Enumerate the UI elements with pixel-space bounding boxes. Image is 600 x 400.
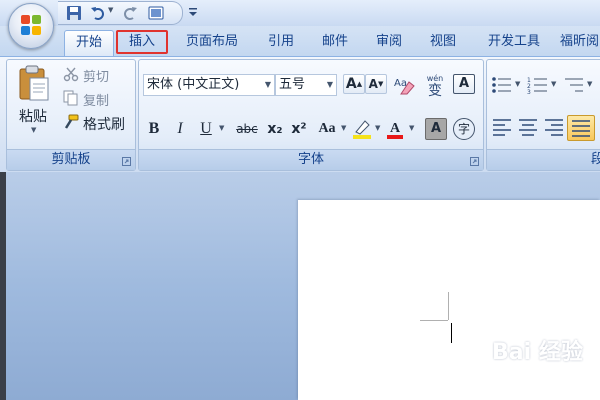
text-highlight-icon[interactable] [351, 118, 373, 140]
customize-qat-icon[interactable] [187, 4, 199, 20]
font-name-combo[interactable]: 宋体 (中文正文) ▼ [143, 74, 275, 96]
ribbon-tab-bar: 开始 插入 页面布局 引用 邮件 审阅 视图 开发工具 福昕阅 [0, 26, 600, 57]
title-bar: ▼ [0, 0, 600, 26]
underline-dropdown-icon[interactable]: ▼ [219, 124, 224, 132]
change-case-button[interactable]: Aa [315, 118, 339, 140]
change-case-dropdown-icon[interactable]: ▼ [341, 124, 346, 132]
subscript-button[interactable]: x₂ [265, 118, 285, 140]
underline-button[interactable]: U [197, 118, 215, 140]
office-logo-icon [21, 15, 41, 35]
multilevel-list-icon[interactable] [563, 76, 585, 94]
font-color-dropdown-icon[interactable]: ▼ [409, 124, 414, 132]
copy-icon[interactable] [63, 90, 79, 106]
office-button[interactable] [8, 3, 54, 49]
text-cursor [451, 323, 452, 343]
align-center-icon[interactable] [517, 118, 539, 136]
align-right-icon[interactable] [543, 118, 565, 136]
clear-formatting-icon[interactable]: Aa [393, 74, 417, 96]
grow-font-icon: ▲ [356, 80, 363, 88]
shrink-font-icon: ▼ [377, 80, 384, 88]
tab-page-layout[interactable]: 页面布局 [176, 30, 248, 54]
superscript-button[interactable]: x² [289, 118, 309, 140]
paste-dropdown-icon[interactable]: ▼ [31, 126, 36, 134]
bullets-icon[interactable] [491, 76, 513, 94]
bold-button[interactable]: B [145, 118, 163, 140]
font-size-dropdown-icon[interactable]: ▼ [327, 75, 333, 95]
font-color-letter: A [389, 121, 401, 136]
shrink-font-button[interactable]: A▼ [365, 74, 387, 94]
italic-button[interactable]: I [171, 118, 189, 140]
quick-access-toolbar: ▼ [58, 1, 183, 25]
font-name-value: 宋体 (中文正文) [147, 77, 240, 92]
text-highlight-dropdown-icon[interactable]: ▼ [375, 124, 380, 132]
baidu-watermark: Bai 经验 jingyan.baidu.com [462, 330, 592, 390]
svg-text:3: 3 [527, 89, 531, 94]
tab-references[interactable]: 引用 [258, 30, 304, 54]
watermark-text: Bai 经验 [492, 340, 583, 365]
paragraph-group: ▼ 1 2 3 ▼ ▼ 段 [486, 59, 600, 171]
font-color-swatch [387, 135, 403, 139]
format-painter-icon[interactable] [63, 114, 79, 130]
format-painter-button[interactable]: 格式刷 [83, 114, 125, 134]
left-edge-strip [0, 172, 6, 400]
font-group: 宋体 (中文正文) ▼ 五号 ▼ A▲ A▼ Aa wén 变 A B I U … [138, 59, 484, 171]
font-color-button[interactable]: A [385, 118, 405, 140]
character-shading-button[interactable]: A [425, 118, 447, 140]
copy-button[interactable]: 复制 [83, 90, 109, 109]
paragraph-group-label: 段 [487, 149, 600, 170]
margin-corner-mark-horizontal [420, 320, 448, 321]
ribbon: 粘贴 ▼ 剪切 复制 格式刷 剪贴板 宋体 (中文正文) ▼ 五号 ▼ A▲ A… [0, 56, 600, 173]
paste-button[interactable]: 粘贴 [19, 106, 47, 126]
clipboard-group: 粘贴 ▼ 剪切 复制 格式刷 剪贴板 [6, 59, 136, 171]
multilevel-list-dropdown-icon[interactable]: ▼ [587, 80, 592, 88]
font-size-combo[interactable]: 五号 ▼ [275, 74, 337, 96]
justify-icon [572, 120, 590, 137]
tab-view[interactable]: 视图 [420, 30, 466, 54]
justify-button[interactable] [567, 115, 595, 141]
cut-icon[interactable] [63, 66, 79, 82]
font-group-label: 字体 [139, 149, 483, 170]
undo-icon[interactable] [90, 5, 106, 21]
numbering-dropdown-icon[interactable]: ▼ [551, 80, 556, 88]
paste-icon[interactable] [17, 64, 51, 102]
font-launcher-icon[interactable] [470, 157, 479, 166]
baidu-paw-icon [465, 334, 487, 361]
strikethrough-button[interactable]: abc [233, 118, 261, 140]
tab-foxit[interactable]: 福昕阅 [560, 30, 600, 54]
print-preview-icon[interactable] [148, 5, 164, 21]
clipboard-group-label: 剪贴板 [7, 149, 135, 170]
tab-review[interactable]: 审阅 [366, 30, 412, 54]
character-border-button[interactable]: A [453, 74, 475, 94]
tab-developer[interactable]: 开发工具 [474, 30, 554, 54]
font-name-dropdown-icon[interactable]: ▼ [265, 75, 271, 95]
grow-font-button[interactable]: A▲ [343, 74, 365, 94]
bullets-dropdown-icon[interactable]: ▼ [515, 80, 520, 88]
phonetic-guide-button[interactable]: wén 变 [421, 73, 449, 99]
tab-home[interactable]: 开始 [64, 30, 114, 57]
font-size-value: 五号 [279, 77, 306, 92]
undo-dropdown-icon[interactable]: ▼ [108, 6, 113, 14]
watermark-url: jingyan.baidu.com [464, 370, 557, 381]
save-icon[interactable] [66, 5, 82, 21]
clipboard-launcher-icon[interactable] [122, 157, 131, 166]
phonetic-char: 变 [428, 83, 442, 99]
enclose-characters-button[interactable]: 字 [453, 118, 475, 140]
margin-corner-mark-vertical [448, 292, 449, 320]
cut-button[interactable]: 剪切 [83, 66, 109, 85]
tab-mailings[interactable]: 邮件 [312, 30, 358, 54]
redo-icon[interactable] [122, 5, 138, 21]
tab-insert[interactable]: 插入 [116, 30, 168, 54]
numbering-icon[interactable]: 1 2 3 [527, 76, 549, 94]
align-left-icon[interactable] [491, 118, 513, 136]
